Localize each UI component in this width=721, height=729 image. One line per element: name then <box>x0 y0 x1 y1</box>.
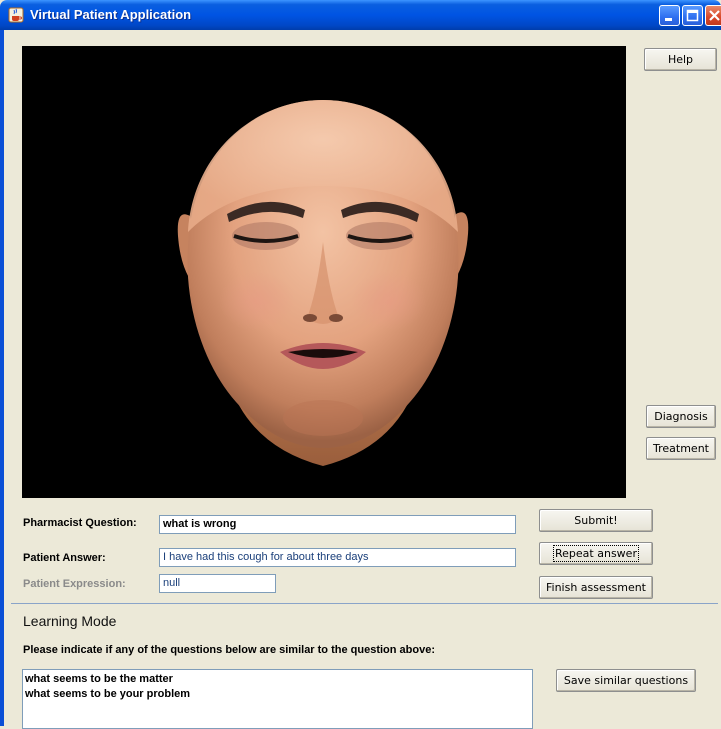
title-bar: Virtual Patient Application <box>0 0 721 30</box>
patient-answer-field[interactable]: I have had this cough for about three da… <box>159 548 516 567</box>
minimize-button[interactable] <box>659 5 680 26</box>
diagnosis-button[interactable]: Diagnosis <box>646 405 716 428</box>
learning-mode-prompt: Please indicate if any of the questions … <box>23 644 435 656</box>
patient-face-viewport[interactable] <box>22 46 626 498</box>
patient-expression-label: Patient Expression: <box>23 578 126 590</box>
patient-face-image <box>177 100 469 466</box>
window-title: Virtual Patient Application <box>30 7 192 22</box>
maximize-icon <box>686 9 699 22</box>
similar-questions-list[interactable]: what seems to be the matter what seems t… <box>22 669 533 729</box>
maximize-button[interactable] <box>682 5 703 26</box>
repeat-answer-button[interactable]: Repeat answer <box>539 542 653 565</box>
window-border <box>0 30 4 726</box>
java-cup-icon[interactable] <box>8 7 24 23</box>
help-button[interactable]: Help <box>644 48 717 71</box>
close-icon <box>709 10 720 21</box>
pharmacist-question-input[interactable]: what is wrong <box>159 515 516 534</box>
repeat-answer-label: Repeat answer <box>553 544 639 562</box>
close-button[interactable] <box>705 5 721 26</box>
list-item[interactable]: what seems to be the matter <box>25 672 530 687</box>
minimize-icon <box>665 18 672 21</box>
section-divider <box>11 603 718 604</box>
submit-button[interactable]: Submit! <box>539 509 653 532</box>
pharmacist-question-label: Pharmacist Question: <box>23 517 137 529</box>
list-item[interactable]: what seems to be your problem <box>25 687 530 702</box>
learning-mode-title: Learning Mode <box>23 613 117 629</box>
save-similar-questions-button[interactable]: Save similar questions <box>556 669 696 692</box>
patient-answer-label: Patient Answer: <box>23 552 106 564</box>
treatment-button[interactable]: Treatment <box>646 437 716 460</box>
patient-expression-field[interactable]: null <box>159 574 276 593</box>
finish-assessment-button[interactable]: Finish assessment <box>539 576 653 599</box>
